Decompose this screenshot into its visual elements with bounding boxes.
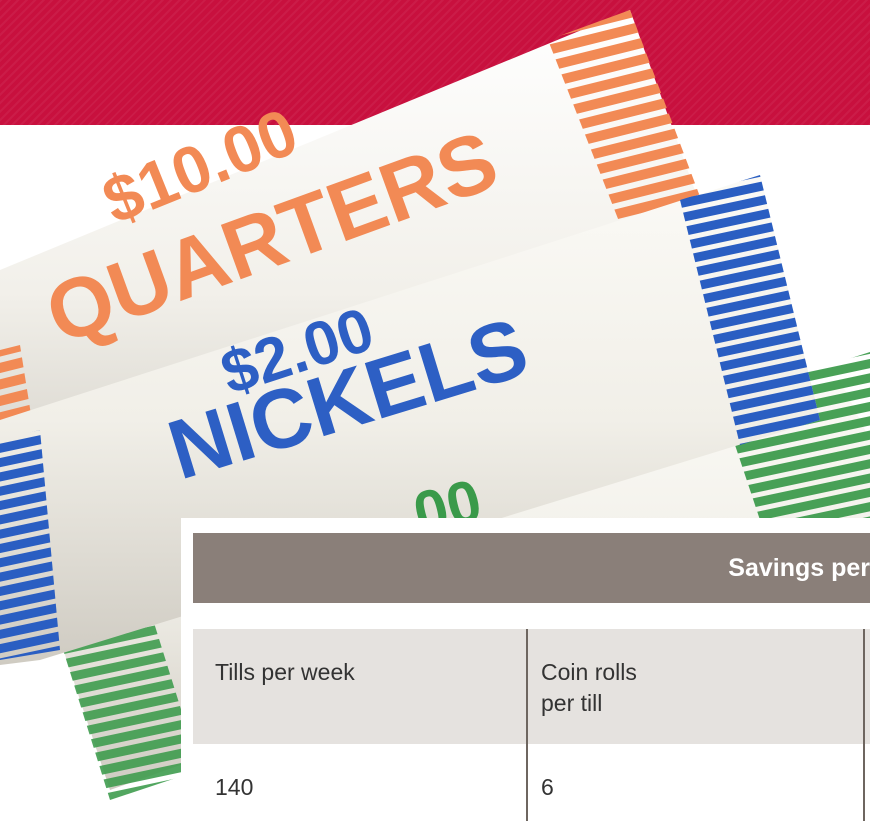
column-divider: [526, 744, 528, 821]
table-cell: 6: [541, 774, 554, 800]
column-divider: [863, 629, 865, 744]
column-header-row: Tills per week Coin rolls per till: [193, 629, 870, 744]
column-header: Tills per week: [215, 659, 355, 685]
column-divider: [526, 629, 528, 744]
table-title: Savings per: [728, 554, 870, 582]
table-cell: 140: [215, 774, 254, 800]
column-divider: [863, 744, 865, 821]
savings-table: Savings per Tills per week Coin rolls pe…: [181, 518, 870, 821]
table-row: 140 6: [193, 744, 870, 821]
column-header: Coin rolls per till: [541, 659, 637, 716]
table-header-bar: Savings per: [193, 533, 870, 603]
